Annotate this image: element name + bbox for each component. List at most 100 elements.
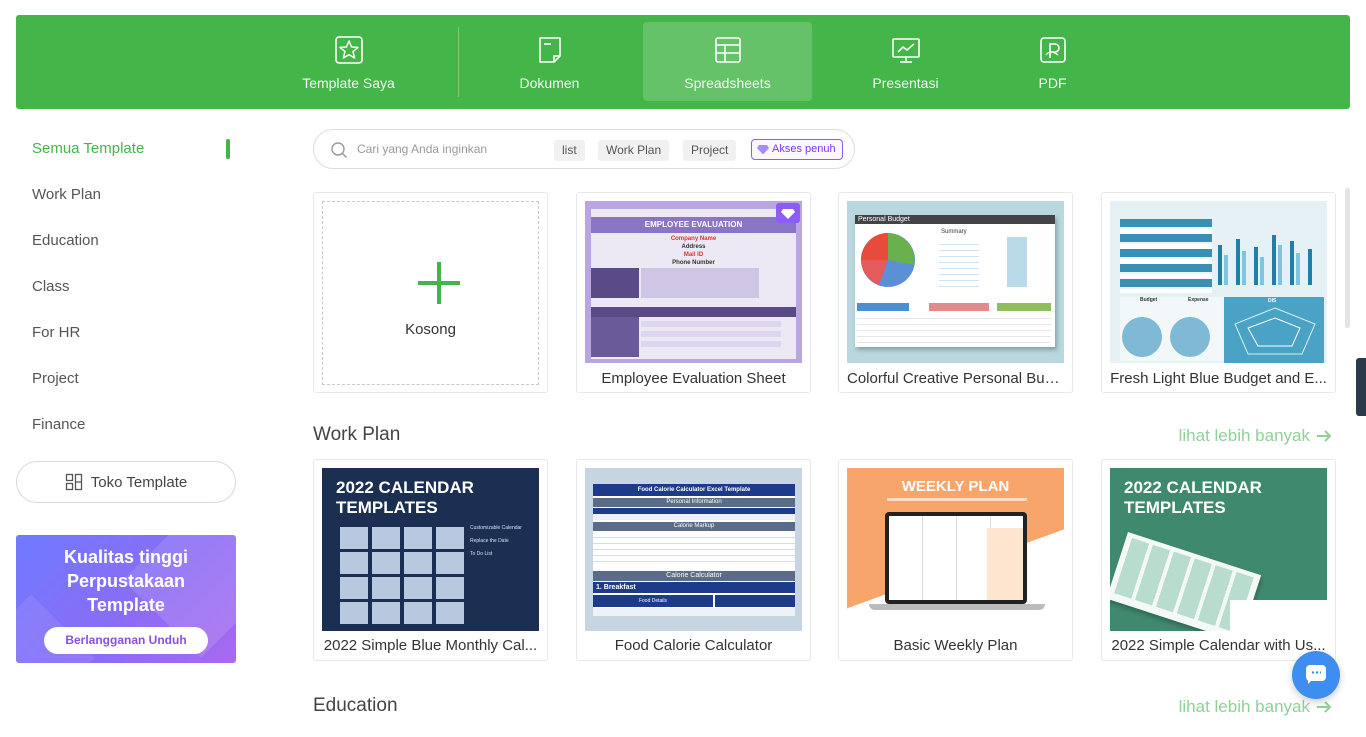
sidebar-item-label: Project bbox=[32, 370, 79, 387]
tab-label: Template Saya bbox=[302, 75, 395, 91]
pie-chart-image bbox=[861, 233, 915, 287]
presentation-icon bbox=[891, 38, 920, 63]
sidebar-item-label: Education bbox=[32, 232, 99, 249]
thumb-title: 2022 CALENDAR TEMPLATES bbox=[336, 478, 474, 517]
chat-icon-dots bbox=[1311, 671, 1321, 674]
thumb-header: WEEKLY PLAN bbox=[901, 478, 1010, 495]
tab-dokumen[interactable]: Dokumen bbox=[465, 22, 634, 101]
diamond-icon bbox=[757, 145, 769, 155]
search-chip-project[interactable]: Project bbox=[683, 140, 737, 161]
see-more-education-link[interactable]: lihat lebih banyak bbox=[1179, 697, 1332, 717]
template-title: Colorful Creative Personal Bud... bbox=[847, 370, 1064, 387]
thumb-section: Food Details bbox=[593, 595, 713, 607]
thumb-section: Personal Information bbox=[593, 498, 795, 507]
sidebar: Semua Template Work Plan Education Class… bbox=[16, 128, 236, 663]
template-card[interactable]: EMPLOYEE EVALUATION Company Name Address… bbox=[576, 192, 811, 393]
thumb-label: Expense bbox=[1188, 297, 1209, 303]
search-chip-list[interactable]: list bbox=[554, 140, 585, 161]
template-title: 2022 Simple Blue Monthly Cal... bbox=[323, 637, 538, 654]
template-thumbnail: 2022 CALENDAR TEMPLATES bbox=[1110, 468, 1327, 631]
thumb-section: Calorie Calculator bbox=[593, 571, 795, 581]
search-chip-work-plan[interactable]: Work Plan bbox=[598, 140, 670, 161]
top-navigation: Template Saya Dokumen Spreadsheets Prese… bbox=[16, 15, 1350, 109]
sidebar-item-education[interactable]: Education bbox=[16, 220, 236, 266]
sidebar-item-label: Finance bbox=[32, 416, 86, 433]
plus-icon bbox=[418, 262, 460, 304]
sidebar-item-semua-template[interactable]: Semua Template bbox=[16, 128, 236, 174]
sidebar-item-label: Work Plan bbox=[32, 186, 101, 203]
template-card[interactable]: Food Calorie Calculator Excel Template P… bbox=[576, 459, 811, 661]
thumb-section: Calorie Markup bbox=[593, 522, 795, 531]
sidebar-item-label: For HR bbox=[32, 324, 81, 341]
template-card[interactable]: WEEKLY PLAN Basic Weekly Plan bbox=[838, 459, 1073, 661]
template-title: Food Calorie Calculator bbox=[614, 637, 773, 654]
template-store-button[interactable]: Toko Template bbox=[16, 461, 236, 503]
promo-title: Kualitas tinggi Perpustakaan Template bbox=[63, 547, 188, 615]
sidebar-item-label: Semua Template bbox=[32, 140, 145, 157]
template-card[interactable]: Budget Expense DIS Fresh Light Blue Budg… bbox=[1101, 192, 1336, 393]
blank-label: Kosong bbox=[405, 321, 456, 338]
active-indicator bbox=[226, 139, 230, 159]
scrollbar[interactable] bbox=[1345, 188, 1350, 328]
template-title: Basic Weekly Plan bbox=[893, 637, 1018, 654]
diamond-icon bbox=[781, 209, 795, 219]
sidebar-item-work-plan[interactable]: Work Plan bbox=[16, 174, 236, 220]
template-card[interactable]: 2022 CALENDAR TEMPLATES Customizable Cal… bbox=[313, 459, 548, 661]
tab-pdf[interactable]: PDF bbox=[968, 22, 1137, 101]
side-widget-tab[interactable] bbox=[1356, 358, 1366, 416]
chat-support-button[interactable] bbox=[1292, 651, 1340, 699]
premium-badge bbox=[776, 203, 800, 223]
premium-promo-banner[interactable]: Kualitas tinggi Perpustakaan Template Be… bbox=[16, 535, 236, 663]
thumb-feature-list: Customizable Calendar Replace the Date T… bbox=[470, 525, 522, 557]
sidebar-item-label: Class bbox=[32, 278, 70, 295]
thumb-header: EMPLOYEE EVALUATION bbox=[591, 217, 796, 233]
section-title-education: Education bbox=[313, 695, 398, 716]
tab-label: Dokumen bbox=[519, 75, 580, 91]
tab-template-saya[interactable]: Template Saya bbox=[264, 22, 433, 101]
sidebar-item-for-hr[interactable]: For HR bbox=[16, 312, 236, 358]
template-thumbnail: 2022 CALENDAR TEMPLATES Customizable Cal… bbox=[322, 468, 539, 631]
tab-label: PDF bbox=[1038, 75, 1067, 91]
premium-access-badge[interactable]: Akses penuh bbox=[751, 139, 843, 160]
thumb-summary: Summary bbox=[941, 229, 967, 235]
search-icon bbox=[331, 142, 347, 158]
document-icon bbox=[538, 37, 561, 63]
template-thumbnail: Food Calorie Calculator Excel Template P… bbox=[585, 468, 802, 631]
section-title-work-plan: Work Plan bbox=[313, 424, 401, 445]
template-card[interactable]: 2022 CALENDAR TEMPLATES 2022 Simple Cale… bbox=[1101, 459, 1336, 661]
template-thumbnail: WEEKLY PLAN bbox=[847, 468, 1064, 631]
store-label: Toko Template bbox=[90, 473, 188, 491]
tab-label: Presentasi bbox=[872, 75, 939, 91]
template-card[interactable]: Personal Budget Summary Colorful Creativ… bbox=[838, 192, 1073, 393]
blank-template-area: Kosong bbox=[322, 201, 539, 385]
subscribe-button[interactable]: Berlangganan Unduh bbox=[44, 627, 208, 654]
thumb-label: Budget bbox=[1140, 297, 1158, 303]
tab-label: Spreadsheets bbox=[684, 75, 771, 91]
template-title: Employee Evaluation Sheet bbox=[601, 370, 786, 387]
sidebar-item-class[interactable]: Class bbox=[16, 266, 236, 312]
radar-chart-image bbox=[1234, 307, 1316, 355]
thumb-header: Food Calorie Calculator Excel Template bbox=[593, 484, 795, 496]
template-title: 2022 Simple Calendar with Us... bbox=[1111, 637, 1326, 654]
tab-divider bbox=[458, 27, 459, 97]
search-bar[interactable]: Cari yang Anda inginkan list Work Plan P… bbox=[313, 129, 855, 169]
template-title: Fresh Light Blue Budget and E... bbox=[1110, 370, 1327, 387]
chat-icon-tail bbox=[1308, 679, 1313, 684]
tab-presentasi[interactable]: Presentasi bbox=[821, 22, 990, 101]
see-more-work-plan-link[interactable]: lihat lebih banyak bbox=[1179, 426, 1332, 446]
sidebar-item-finance[interactable]: Finance bbox=[16, 404, 236, 450]
star-icon bbox=[334, 36, 363, 64]
store-icon bbox=[65, 473, 82, 491]
template-thumbnail: Personal Budget Summary bbox=[847, 201, 1064, 363]
thumb-company-info: Company Name Address Mail ID Phone Numbe… bbox=[670, 236, 717, 266]
thumb-title: 2022 CALENDAR TEMPLATES bbox=[1124, 478, 1262, 517]
blank-template-card[interactable]: Kosong bbox=[313, 192, 548, 393]
arrow-right-icon bbox=[1317, 430, 1332, 442]
thumb-label: DIS bbox=[1268, 298, 1277, 304]
see-more-label: lihat lebih banyak bbox=[1178, 426, 1310, 445]
search-input[interactable]: Cari yang Anda inginkan bbox=[357, 142, 487, 156]
template-thumbnail: Budget Expense DIS bbox=[1110, 201, 1327, 363]
spreadsheet-icon bbox=[714, 37, 741, 63]
sidebar-item-project[interactable]: Project bbox=[16, 358, 236, 404]
tab-spreadsheets[interactable]: Spreadsheets bbox=[643, 22, 812, 101]
